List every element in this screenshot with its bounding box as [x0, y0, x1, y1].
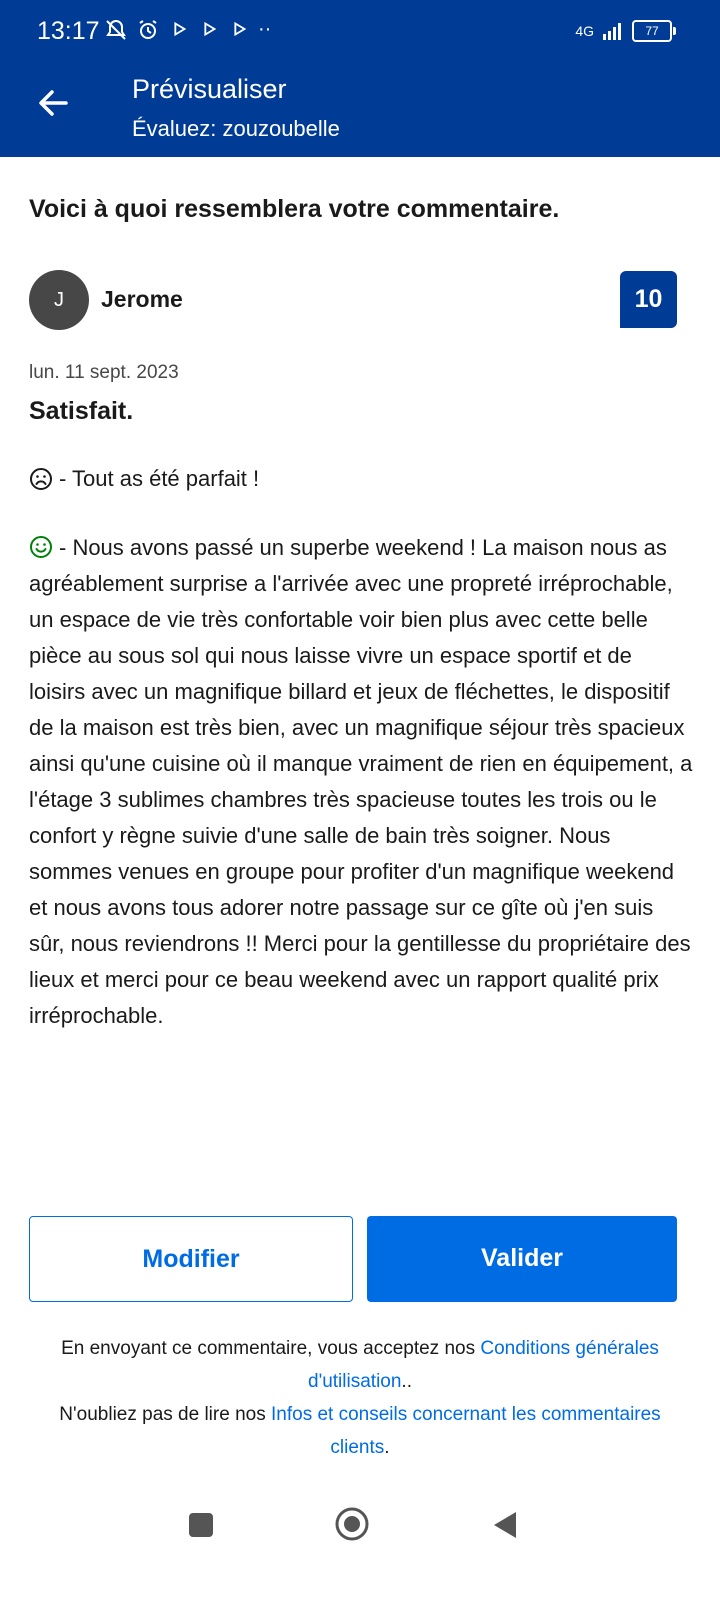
- signal-icon: [603, 23, 621, 40]
- network-type: 4G: [575, 23, 594, 39]
- battery-icon: 77: [632, 20, 676, 42]
- status-time: 13:17: [37, 17, 100, 45]
- recents-icon[interactable]: [189, 1513, 213, 1537]
- sad-face-icon: [30, 468, 52, 490]
- play-icon: [204, 21, 217, 37]
- bell-off-icon: [106, 19, 126, 40]
- back-arrow-icon[interactable]: [30, 80, 76, 126]
- app-header: 13:17 ·· 4G 77 Prévisualiser Évaluez: zo…: [0, 0, 720, 157]
- alarm-icon: [139, 20, 157, 39]
- score-badge: 10: [620, 271, 677, 328]
- status-bar: 13:17 ·· 4G 77: [0, 0, 720, 62]
- legal-line2-text: N'oubliez pas de lire nos: [59, 1404, 271, 1425]
- page-subtitle: Évaluez: zouzoubelle: [132, 116, 340, 141]
- negative-text: - Tout as été parfait !: [59, 466, 260, 491]
- modify-button[interactable]: Modifier: [29, 1216, 353, 1302]
- preview-intro: Voici à quoi ressemblera votre commentai…: [29, 195, 560, 223]
- reviewer-name: Jerome: [101, 286, 183, 312]
- system-nav-bar: [0, 1490, 720, 1560]
- play-icon: [234, 21, 247, 37]
- validate-button[interactable]: Valider: [367, 1216, 677, 1302]
- legal-notice: En envoyant ce commentaire, vous accepte…: [40, 1332, 680, 1464]
- play-icon: [174, 21, 187, 37]
- more-dots-icon: ··: [258, 18, 272, 40]
- positive-text: - Nous avons passé un superbe weekend ! …: [29, 535, 693, 1028]
- negative-comment: - Tout as été parfait !: [29, 466, 259, 492]
- status-right: 4G 77: [575, 20, 676, 42]
- home-icon[interactable]: [334, 1506, 370, 1542]
- positive-comment: - Nous avons passé un superbe weekend ! …: [29, 530, 694, 1034]
- review-title: Satisfait.: [29, 397, 134, 425]
- legal-line1-end: ..: [401, 1371, 412, 1392]
- legal-line1-text: En envoyant ce commentaire, vous accepte…: [61, 1338, 481, 1359]
- guidelines-link[interactable]: Infos et conseils concernant les comment…: [271, 1404, 661, 1458]
- legal-line2-end: .: [384, 1437, 390, 1458]
- status-notification-icons: ··: [104, 18, 271, 42]
- avatar: J: [29, 270, 89, 330]
- back-icon[interactable]: [492, 1510, 518, 1540]
- smile-face-icon: [30, 536, 52, 558]
- review-date: lun. 11 sept. 2023: [29, 362, 179, 383]
- page-title: Prévisualiser: [132, 74, 287, 104]
